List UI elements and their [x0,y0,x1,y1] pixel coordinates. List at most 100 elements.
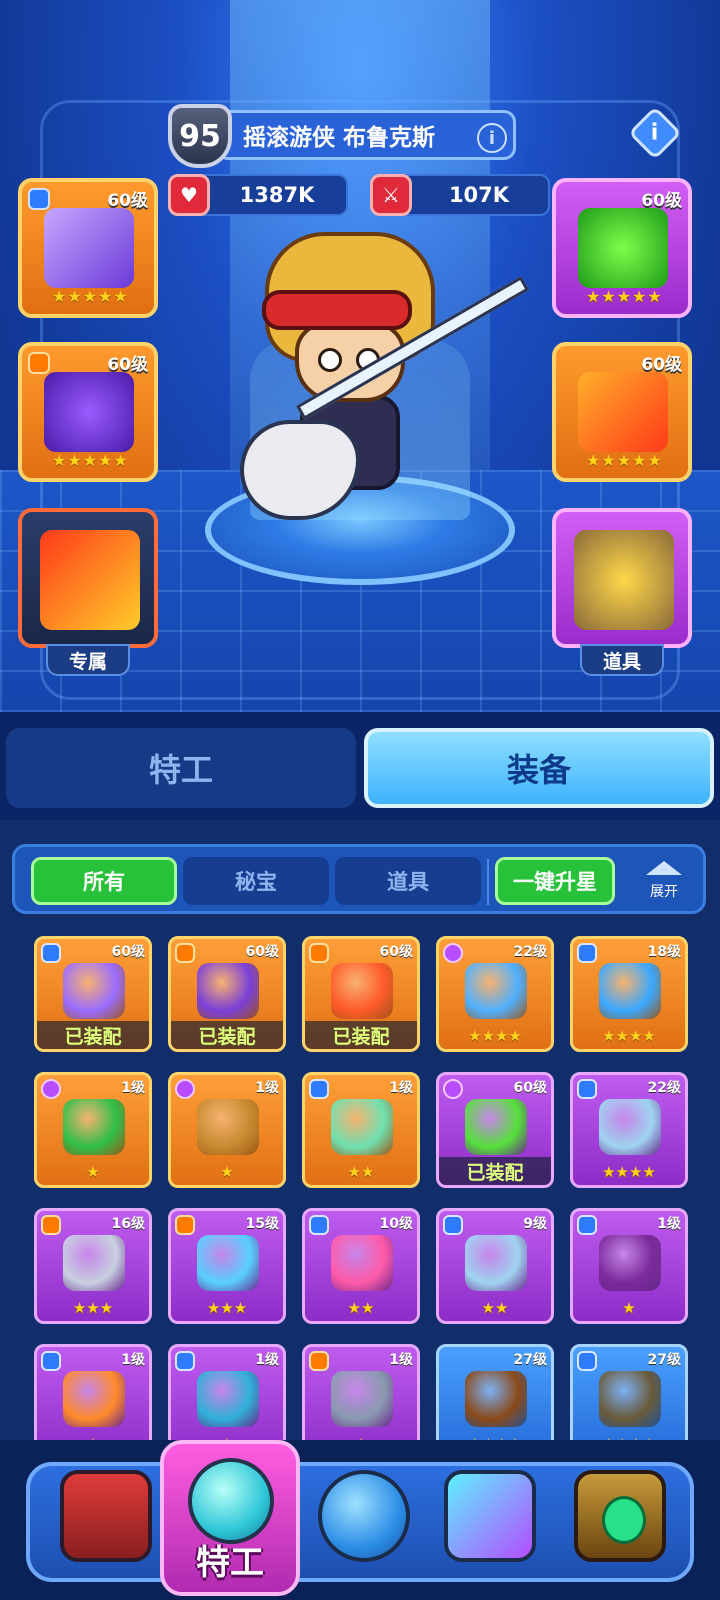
inventory-card[interactable]: 18级 ★★★★ [570,936,688,1052]
card-stars: ★★★ [206,1299,248,1317]
inventory-card[interactable]: 10级 ★★ [302,1208,420,1324]
inventory-card[interactable]: 60级 已装配 [302,936,420,1052]
exclusive-slot[interactable] [18,508,158,648]
item-art-icon [63,1099,125,1155]
inventory-card[interactable]: 60级 已装配 [436,1072,554,1188]
filter-divider [487,859,489,905]
card-level: 27级 [513,1352,547,1368]
shield-icon [577,1215,597,1235]
inventory-card[interactable]: 1级 ★★ [302,1072,420,1188]
shield-icon [309,1079,329,1099]
hero-info-icon[interactable]: i [477,123,507,153]
card-level: 1级 [255,1080,279,1096]
inventory-card[interactable]: 60级 已装配 [34,936,152,1052]
rune-ring-icon [578,372,668,452]
item-art-icon [63,1235,125,1291]
item-art-icon [331,1099,393,1155]
hero-eye-left [318,348,342,372]
inventory-card[interactable]: 1级 ★ [570,1208,688,1324]
filter-secret-button[interactable]: 秘宝 [183,857,329,905]
item-slot[interactable] [552,508,692,648]
card-stars: ★ [220,1163,234,1181]
equip-slot-right-2[interactable]: 60级 ★★★★★ [552,342,692,482]
item-label: 道具 [580,644,664,676]
inventory-card[interactable]: 9级 ★★ [436,1208,554,1324]
item-art-icon [197,1371,259,1427]
star-up-all-button[interactable]: 一键升星 [495,857,615,905]
inventory-card[interactable]: 22级 ★★★★ [570,1072,688,1188]
card-level: 18级 [647,944,681,960]
tab-equipment[interactable]: 装备 [364,728,714,808]
canister-icon [574,530,674,630]
item-art-icon [63,963,125,1019]
filter-all-button[interactable]: 所有 [31,857,177,905]
card-level: 1级 [389,1352,413,1368]
attack-value: 107K [448,183,510,207]
inventory-card[interactable]: 60级 已装配 [168,936,286,1052]
nav-agent-button[interactable]: 特工 [160,1440,300,1596]
hero-name-bar[interactable]: 95 摇滚游侠 布鲁克斯 i [168,104,518,168]
hp-value: 1387K [239,183,315,207]
item-art-icon [63,1371,125,1427]
shop-machine-icon[interactable] [60,1470,152,1562]
gem-icon [41,1079,61,1099]
item-art-icon [331,1371,393,1427]
exclusive-label: 专属 [46,644,130,676]
green-flame-icon [578,208,668,288]
card-stars: ★ [622,1299,636,1317]
shield-icon [577,1351,597,1371]
planet-icon[interactable] [318,1470,410,1562]
tab-agent[interactable]: 特工 [6,728,356,808]
emerald-card-icon[interactable] [574,1470,666,1562]
item-art-icon [465,963,527,1019]
crown-icon [28,352,50,374]
card-level: 1级 [657,1216,681,1232]
card-level: 1级 [255,1352,279,1368]
inventory-card[interactable]: 1级 ★ [168,1072,286,1188]
filter-item-button[interactable]: 道具 [335,857,481,905]
shield-icon [309,1215,329,1235]
item-art-icon [331,1235,393,1291]
cube-icon[interactable] [444,1470,536,1562]
card-level: 10级 [379,1216,413,1232]
equipped-label: 已装配 [305,1021,417,1049]
card-stars: ★★★ [72,1299,114,1317]
hero-name: 摇滚游侠 布鲁克斯 [243,125,436,151]
inventory-card[interactable]: 1级 ★ [34,1072,152,1188]
card-level: 15级 [245,1216,279,1232]
shield-icon [41,1351,61,1371]
crown-icon [309,1351,329,1371]
item-art-icon [465,1099,527,1155]
card-stars: ★★★★ [602,1027,656,1045]
inventory-card[interactable]: 16级 ★★★ [34,1208,152,1324]
inventory-card[interactable]: 22级 ★★★★ [436,936,554,1052]
item-art-icon [465,1235,527,1291]
bottom-nav: 特工 [0,1440,720,1600]
shield-icon [175,1351,195,1371]
inventory-panel: 所有 秘宝 道具 一键升星 展开 60级 已装配 60级 已装配 60级 已装配 22级 ★★… [0,820,720,1460]
crown-icon [175,1215,195,1235]
gem-icon [175,1079,195,1099]
shield-icon [577,943,597,963]
crystal-icon [44,208,134,288]
expand-button[interactable]: 展开 [629,853,699,909]
gem-icon [443,1079,463,1099]
gem-icon [443,943,463,963]
slot-stars: ★★★★★ [586,287,663,306]
shield-icon [41,943,61,963]
heart-icon: ♥ [168,174,210,216]
card-stars: ★★ [481,1299,509,1317]
card-level: 1级 [389,1080,413,1096]
card-level: 60级 [513,1080,547,1096]
equip-slot-left-1[interactable]: 60级 ★★★★★ [18,178,158,318]
sword-icon: ⚔ [370,174,412,216]
equip-slot-right-1[interactable]: 60级 ★★★★★ [552,178,692,318]
agent-orb-icon [188,1458,274,1544]
inventory-card[interactable]: 15级 ★★★ [168,1208,286,1324]
main-tabs: 特工 装备 [0,712,720,820]
item-art-icon [465,1371,527,1427]
equip-slot-left-2[interactable]: 60级 ★★★★★ [18,342,158,482]
card-level: 22级 [513,944,547,960]
item-art-icon [599,963,661,1019]
item-art-icon [197,963,259,1019]
